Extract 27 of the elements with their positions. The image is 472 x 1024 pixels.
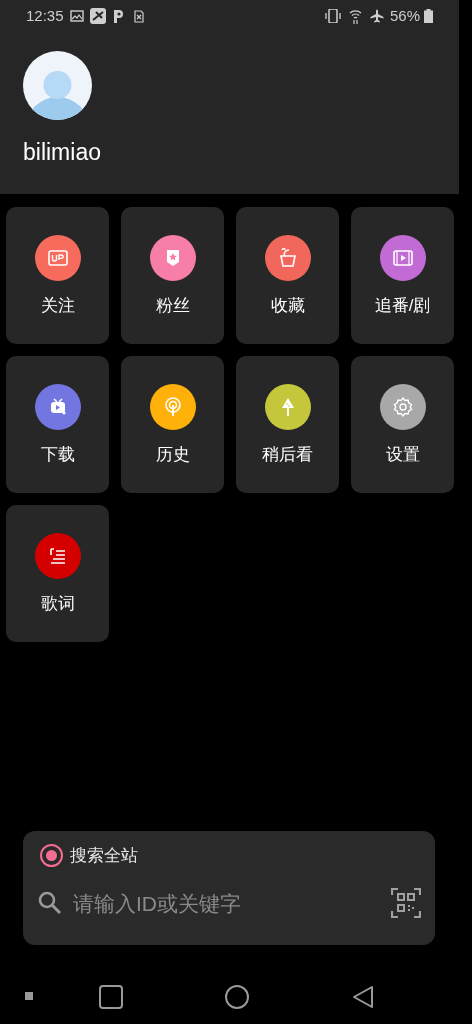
- wifi-icon: [348, 8, 362, 24]
- menu-tile[interactable]: 歌词: [6, 505, 109, 642]
- menu-tile[interactable]: 设置: [351, 356, 454, 493]
- menu-tile[interactable]: 粉丝: [121, 207, 224, 344]
- p-notification-icon: [111, 9, 124, 23]
- menu-tile[interactable]: 收藏: [236, 207, 339, 344]
- battery-percentage: 56%: [389, 5, 420, 26]
- search-scope-radio[interactable]: 搜索全站: [23, 831, 435, 869]
- search-field[interactable]: 请输入ID或关键字: [73, 887, 391, 919]
- menu-tile[interactable]: 稍后看: [236, 356, 339, 493]
- battery-icon: [424, 9, 433, 23]
- file-notification-icon: [133, 9, 144, 23]
- menu-tile[interactable]: 追番/剧: [351, 207, 454, 344]
- recents-button[interactable]: [99, 985, 123, 1009]
- qr-scan-icon[interactable]: [391, 888, 421, 919]
- menu-tile[interactable]: 关注: [6, 207, 109, 344]
- home-button[interactable]: [225, 985, 249, 1009]
- back-button[interactable]: [352, 985, 374, 1009]
- menu-tile[interactable]: 历史: [121, 356, 224, 493]
- menu-tile[interactable]: 下载: [6, 356, 109, 493]
- username: bilimiao: [22, 138, 102, 167]
- search-icon: [37, 890, 63, 917]
- image-notification-icon: [69, 9, 84, 23]
- app-notification-icon: [89, 8, 106, 24]
- status-time: 12:35: [26, 5, 64, 26]
- vibrate-icon: [324, 9, 341, 23]
- airplane-mode-icon: [369, 9, 384, 23]
